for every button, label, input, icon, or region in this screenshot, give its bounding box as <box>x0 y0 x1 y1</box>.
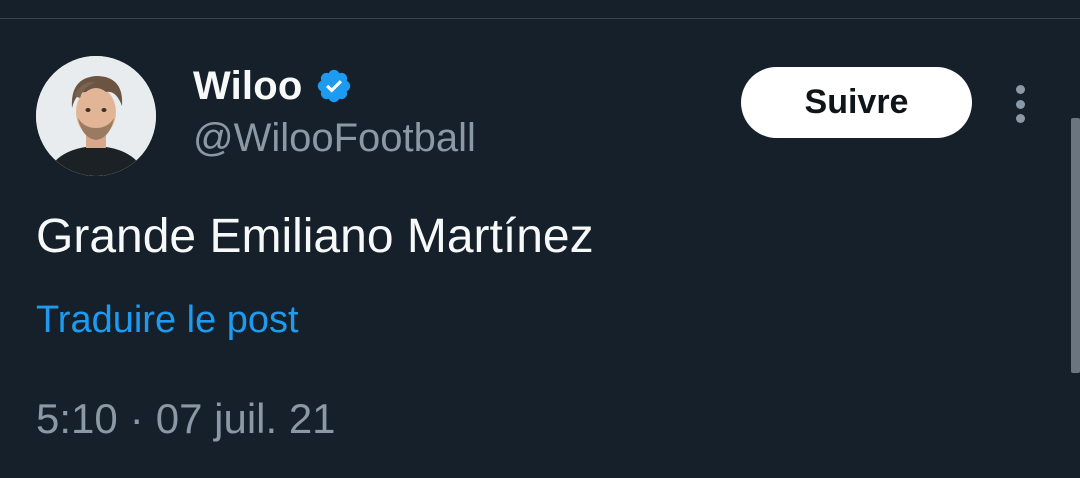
translate-post-link[interactable]: Traduire le post <box>36 297 299 343</box>
avatar-image <box>36 56 156 176</box>
tweet-timestamp[interactable]: 5:10 · 07 juil. 21 <box>36 393 336 445</box>
follow-button[interactable]: Suivre <box>741 67 972 138</box>
author-display-name[interactable]: Wiloo <box>193 64 303 109</box>
timestamp-separator: · <box>129 395 144 442</box>
more-dot <box>1015 114 1025 123</box>
author-name-row[interactable]: Wiloo <box>193 62 353 110</box>
author-handle[interactable]: @WilooFootball <box>193 114 476 162</box>
tweet-text: Grande Emiliano Martínez <box>36 210 594 263</box>
scrollbar[interactable] <box>1071 118 1080 373</box>
tweet-time[interactable]: 5:10 <box>36 393 118 445</box>
tweet-date[interactable]: 07 juil. 21 <box>156 393 336 445</box>
more-dot <box>1015 85 1025 94</box>
top-divider <box>0 18 1080 19</box>
verified-badge-icon <box>315 67 353 105</box>
avatar[interactable] <box>36 56 156 176</box>
more-options-icon[interactable] <box>1002 80 1038 128</box>
more-dot <box>1015 99 1025 109</box>
